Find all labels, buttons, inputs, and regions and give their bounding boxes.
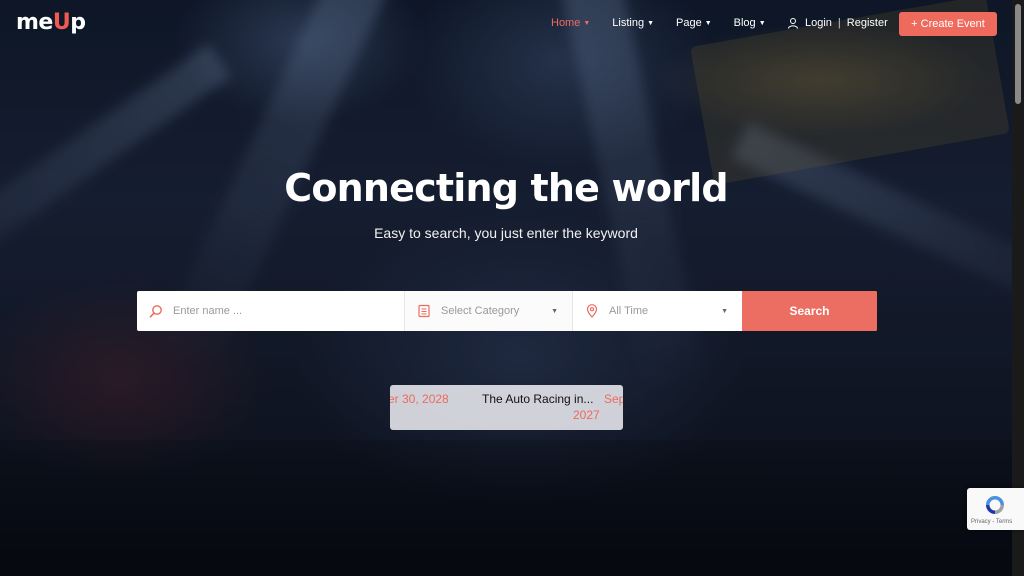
event-ticker: er 30, 2028 The Auto Racing in... Sep 20… bbox=[390, 385, 623, 430]
nav-item-page[interactable]: Page ▼ bbox=[676, 17, 712, 29]
dropdown-arrow-icon: ▼ bbox=[721, 307, 728, 315]
nav-item-listing[interactable]: Listing ▼ bbox=[612, 17, 654, 29]
main-nav: Home ▼ Listing ▼ Page ▼ Blog ▼ bbox=[551, 17, 788, 29]
time-value: All Time bbox=[609, 305, 649, 317]
name-input[interactable] bbox=[173, 305, 373, 317]
auth-links: Login | Register bbox=[787, 17, 888, 29]
time-select[interactable]: All Time ▼ bbox=[573, 291, 742, 331]
ticker-date-prev: er 30, 2028 bbox=[390, 392, 449, 406]
nav-item-home[interactable]: Home ▼ bbox=[551, 17, 590, 29]
recaptcha-badge[interactable]: Privacy - Terms bbox=[967, 488, 1024, 530]
dropdown-arrow-icon: ▼ bbox=[551, 307, 558, 315]
search-icon bbox=[149, 305, 162, 318]
recaptcha-terms[interactable]: Privacy - Terms bbox=[971, 519, 1012, 525]
chevron-down-icon: ▼ bbox=[583, 19, 591, 27]
chevron-down-icon: ▼ bbox=[647, 19, 655, 27]
ticker-date-next: Sep bbox=[604, 392, 623, 406]
login-link[interactable]: Login bbox=[805, 17, 832, 29]
category-value: Select Category bbox=[441, 305, 520, 317]
search-bar: Select Category ▼ All Time ▼ Search bbox=[137, 291, 877, 331]
user-icon bbox=[788, 18, 798, 29]
register-link[interactable]: Register bbox=[847, 17, 888, 29]
create-event-button[interactable]: + Create Event bbox=[899, 12, 997, 36]
chevron-down-icon: ▼ bbox=[704, 19, 712, 27]
auth-separator: | bbox=[837, 17, 841, 29]
site-header: meUp Home ▼ Listing ▼ Page ▼ Blog ▼ Login | … bbox=[0, 0, 1010, 48]
ticker-year-next: 2027 bbox=[573, 408, 600, 422]
site-logo[interactable]: meUp bbox=[16, 10, 86, 35]
ticker-event-title[interactable]: The Auto Racing in... bbox=[482, 392, 593, 406]
search-button[interactable]: Search bbox=[742, 291, 877, 331]
list-icon bbox=[418, 304, 430, 318]
location-pin-icon bbox=[586, 304, 598, 318]
name-field bbox=[137, 291, 405, 331]
nav-item-blog[interactable]: Blog ▼ bbox=[734, 17, 766, 29]
scrollbar-thumb[interactable] bbox=[1015, 4, 1021, 104]
category-select[interactable]: Select Category ▼ bbox=[405, 291, 573, 331]
hero-background bbox=[0, 0, 1024, 576]
hero-subtitle: Easy to search, you just enter the keywo… bbox=[374, 225, 638, 241]
hero-title: Connecting the world bbox=[284, 166, 728, 210]
chevron-down-icon: ▼ bbox=[758, 19, 766, 27]
recaptcha-icon bbox=[986, 496, 1004, 514]
